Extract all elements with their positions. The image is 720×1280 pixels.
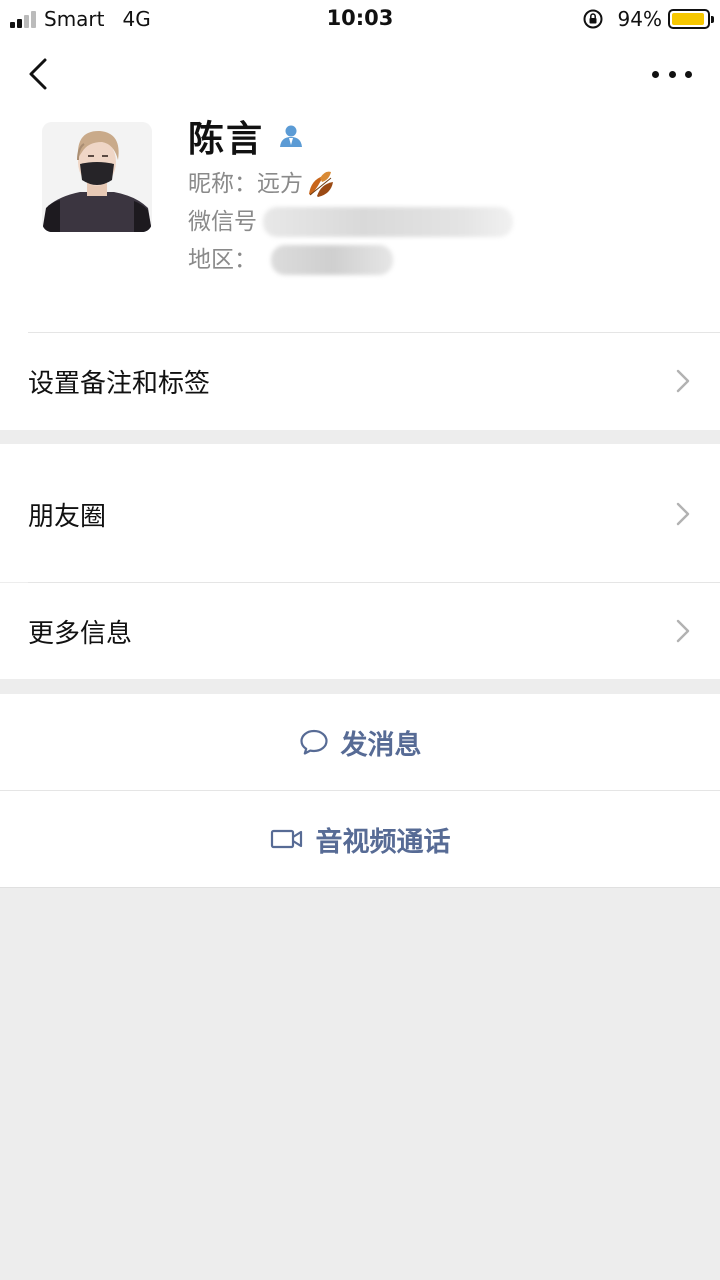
divider <box>0 887 720 888</box>
video-call-label: 音视频通话 <box>315 826 451 858</box>
region-line: 地区： <box>188 244 393 276</box>
region-label: 地区： <box>188 247 257 273</box>
avatar[interactable] <box>42 122 152 232</box>
battery-fill <box>672 13 704 25</box>
nickname-value: 远方 <box>257 171 303 197</box>
remark-tags-row[interactable]: 设置备注和标签 <box>0 333 720 429</box>
chevron-right-icon <box>676 369 690 393</box>
name-row: 陈言 <box>188 114 304 160</box>
send-message-label: 发消息 <box>340 729 422 761</box>
nickname-line: 昵称： 远方 <box>188 168 337 200</box>
chevron-right-icon <box>676 502 690 526</box>
leaf-icon <box>309 171 333 197</box>
rotation-lock-icon <box>583 9 603 29</box>
chevron-right-icon <box>676 619 690 643</box>
contact-name: 陈言 <box>188 119 265 160</box>
moments-row[interactable]: 朋友圈 <box>0 444 720 582</box>
wechat-id-label: 微信号 <box>188 209 257 235</box>
more-info-label: 更多信息 <box>28 619 133 649</box>
moments-label: 朋友圈 <box>28 502 107 532</box>
avatar-illustration <box>42 122 152 232</box>
battery-icon <box>668 9 714 29</box>
region-redacted <box>271 245 393 275</box>
chat-bubble-icon <box>299 729 328 755</box>
wechat-id-redacted <box>263 207 513 237</box>
send-message-button[interactable]: 发消息 <box>0 694 720 790</box>
back-icon[interactable] <box>22 56 56 92</box>
gender-icon <box>280 125 303 147</box>
video-camera-icon <box>270 829 302 849</box>
nickname-label: 昵称： <box>188 171 257 197</box>
more-info-row[interactable]: 更多信息 <box>0 583 720 679</box>
status-right: 94% <box>582 6 714 32</box>
video-call-button[interactable]: 音视频通话 <box>0 791 720 887</box>
more-icon[interactable] <box>652 62 692 86</box>
status-bar: Smart 4G 10:03 94% <box>0 0 720 40</box>
battery-percent: 94% <box>617 7 662 31</box>
remark-tags-label: 设置备注和标签 <box>28 369 211 399</box>
wechat-id-line: 微信号 <box>188 206 513 238</box>
